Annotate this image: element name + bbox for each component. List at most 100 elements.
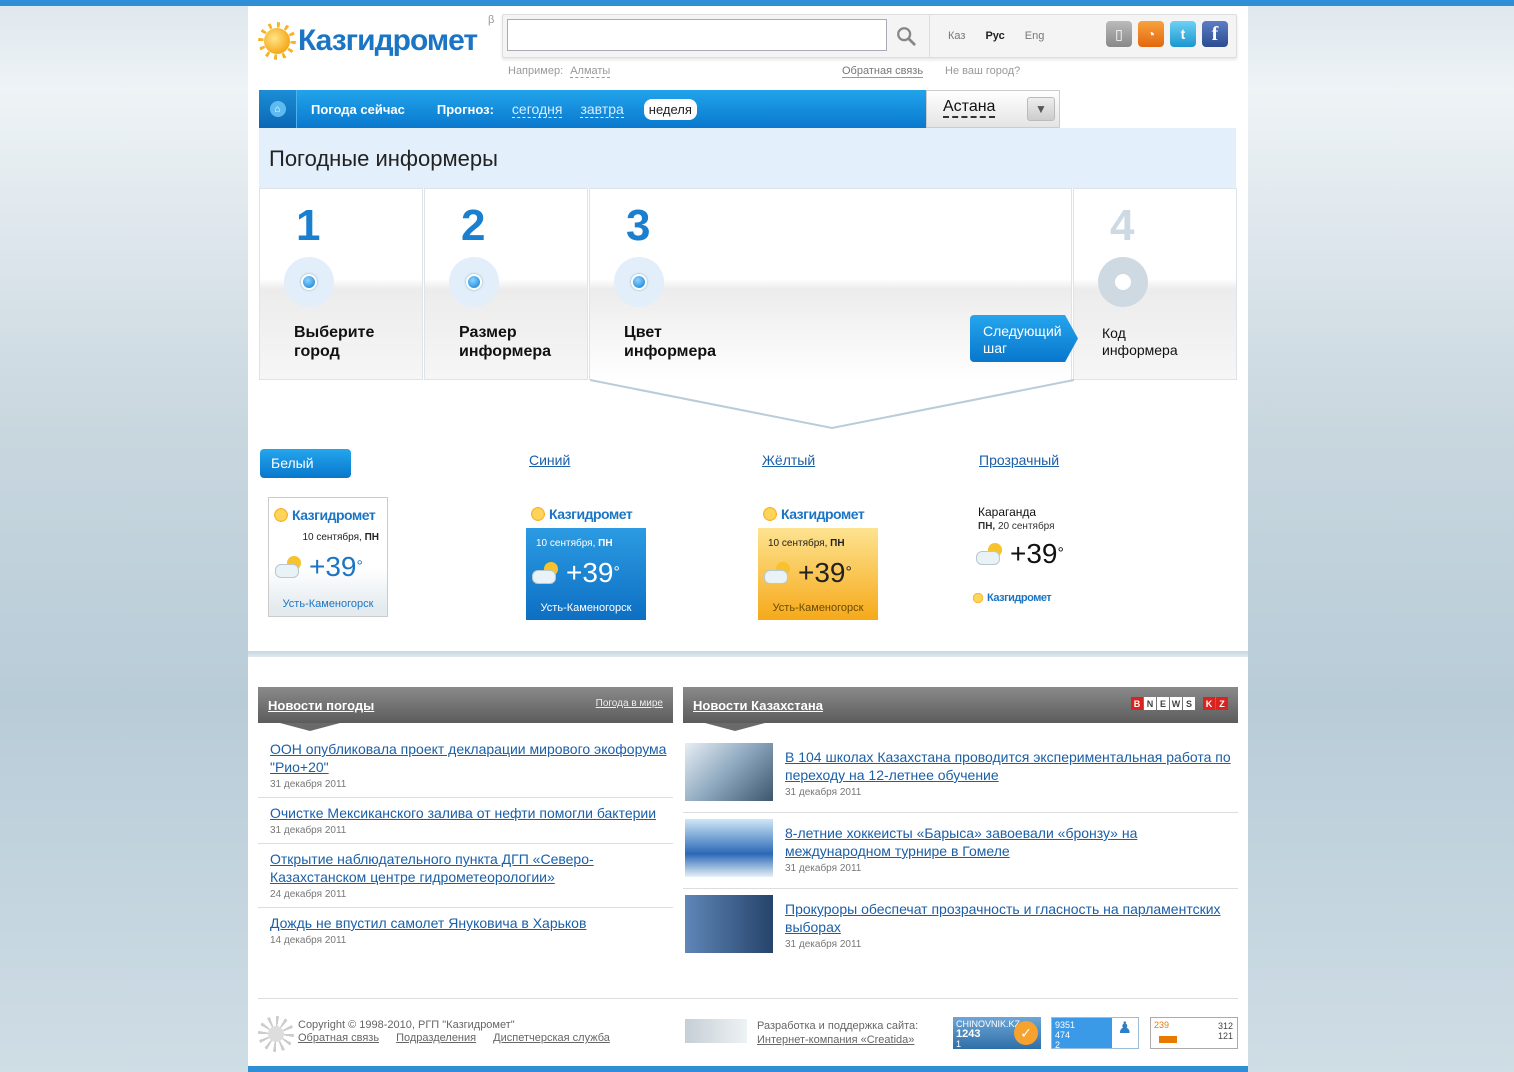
news-link[interactable]: Очистке Мексиканского залива от нефти по… xyxy=(270,805,656,821)
selected-city: Астана xyxy=(943,98,996,118)
informer-preview-blue[interactable]: Казгидромет 10 сентября, ПН +39 ° Усть-Ка… xyxy=(526,500,646,620)
color-tab-yellow[interactable]: Жёлтый xyxy=(762,452,815,468)
step-4[interactable]: 4 Код информера xyxy=(1073,188,1237,380)
developer-link[interactable]: Интернет-компания «Creatida» xyxy=(757,1034,914,1046)
informer-city: Усть-Каменогорск xyxy=(282,598,374,610)
informer-logo: Казгидромет xyxy=(758,500,878,528)
bnews-logo[interactable]: BNEWSKZ xyxy=(1131,697,1228,710)
step-number: 4 xyxy=(1110,201,1135,250)
news-thumbnail[interactable] xyxy=(685,743,773,801)
footer-links: Обратная связь Подразделения Диспетчерск… xyxy=(298,1032,624,1044)
search-example: Например: Алматы xyxy=(508,65,611,78)
news-date: 31 декабря 2011 xyxy=(785,939,862,950)
list-item: В 104 школах Казахстана проводится экспе… xyxy=(683,737,1238,813)
counter-stats[interactable]: 9351 474 2 ♟ xyxy=(1051,1017,1139,1050)
news-date: 14 декабря 2011 xyxy=(270,935,347,946)
page: Казгидромет β Каз Рус Eng ▯ ◔ t f Наприм… xyxy=(248,0,1248,1072)
news-link[interactable]: В 104 школах Казахстана проводится экспе… xyxy=(785,749,1231,783)
main-nav: ⌂ Погода сейчас Прогноз: сегодня завтра … xyxy=(259,90,926,128)
news-link[interactable]: Дождь не впустил самолет Януковича в Хар… xyxy=(270,915,586,931)
news-link[interactable]: Прокуроры обеспечат прозрачность и гласн… xyxy=(785,901,1221,935)
step-dot-icon xyxy=(614,257,664,307)
informer-city: Усть-Каменогорск xyxy=(772,602,864,614)
logo-text: Казгидромет xyxy=(298,24,478,57)
city-select[interactable]: Астана ▼ xyxy=(926,90,1060,128)
list-item: Очистке Мексиканского залива от нефти по… xyxy=(258,798,673,844)
news-link[interactable]: Открытие наблюдательного пункта ДГП «Сев… xyxy=(270,851,594,885)
footer-feedback-link[interactable]: Обратная связь xyxy=(298,1032,379,1044)
news-link[interactable]: 8-летние хоккеисты «Барыса» завоевали «б… xyxy=(785,825,1137,859)
footer-sun-icon xyxy=(258,1016,294,1052)
list-item: 8-летние хоккеисты «Барыса» завоевали «б… xyxy=(683,813,1238,889)
search-bar: Каз Рус Eng ▯ ◔ t f xyxy=(502,14,1237,58)
facebook-icon[interactable]: f xyxy=(1202,21,1228,47)
informer-temp: +39 ° xyxy=(275,551,387,583)
nav-week[interactable]: неделя xyxy=(643,98,697,120)
step-2[interactable]: 2 Размер информера xyxy=(424,188,588,380)
news-date: 31 декабря 2011 xyxy=(785,863,862,874)
partly-cloudy-icon xyxy=(275,556,305,578)
informer-preview-yellow[interactable]: Казгидромет 10 сентября, ПН +39 ° Усть-Ка… xyxy=(758,500,878,620)
informer-date: ПН, 20 сентября xyxy=(978,521,1055,532)
kz-news-header: Новости Казахстана BNEWSKZ xyxy=(683,687,1238,731)
home-icon: ⌂ xyxy=(269,101,286,117)
news-date: 31 декабря 2011 xyxy=(270,825,347,836)
news-link[interactable]: ООН опубликовала проект декларации миров… xyxy=(270,741,666,775)
next-step-button[interactable]: Следующий шаг xyxy=(970,315,1078,362)
weather-news-title[interactable]: Новости погоды xyxy=(268,698,374,713)
not-your-city[interactable]: Не ваш город? xyxy=(945,65,1020,77)
kz-news-title[interactable]: Новости Казахстана xyxy=(693,698,823,713)
page-title: Погодные информеры xyxy=(269,146,498,171)
color-tab-transparent[interactable]: Прозрачный xyxy=(979,452,1059,468)
footer-departments-link[interactable]: Подразделения xyxy=(396,1032,476,1044)
top-accent-bar xyxy=(248,0,1248,6)
counter-chinovnik[interactable]: CHINOVNIK.KZ 1243 1 ✓ xyxy=(953,1017,1041,1049)
step-1[interactable]: 1 Выберите город xyxy=(259,188,423,380)
bar-icon xyxy=(1159,1036,1177,1043)
lang-rus[interactable]: Рус xyxy=(985,30,1004,42)
chevron-down-icon[interactable]: ▼ xyxy=(1027,97,1055,121)
informer-temp: +39 ° xyxy=(532,557,646,589)
step-number: 1 xyxy=(296,201,321,250)
developer-label: Разработка и поддержка сайта: xyxy=(757,1020,919,1032)
counter-visits[interactable]: 239 312 121 xyxy=(1150,1017,1238,1049)
news-thumbnail[interactable] xyxy=(685,895,773,953)
footer-dispatch-link[interactable]: Диспетчерская служба xyxy=(493,1032,610,1044)
nav-tomorrow[interactable]: завтра xyxy=(580,101,624,118)
sun-icon xyxy=(273,507,289,523)
beta-mark: β xyxy=(488,14,495,26)
site-logo[interactable]: Казгидромет β xyxy=(258,14,494,60)
world-weather-link[interactable]: Погода в мире xyxy=(596,698,663,709)
color-tab-blue[interactable]: Синий xyxy=(529,452,570,468)
example-city-link[interactable]: Алматы xyxy=(570,65,611,78)
news-thumbnail[interactable] xyxy=(685,819,773,877)
news-date: 31 декабря 2011 xyxy=(785,787,862,798)
example-prefix: Например: xyxy=(508,65,564,77)
home-button[interactable]: ⌂ xyxy=(259,90,297,128)
search-button[interactable] xyxy=(889,19,923,51)
creatida-logo[interactable] xyxy=(685,1019,747,1043)
color-tab-white[interactable]: Белый xyxy=(260,449,351,478)
informer-preview-transparent[interactable]: Караганда ПН, 20 сентября +39 ° Казгидром… xyxy=(972,505,1112,610)
nav-today[interactable]: сегодня xyxy=(511,101,563,118)
informer-preview-white[interactable]: Казгидромет 10 сентября, ПН +39 ° Усть-Ка… xyxy=(268,497,388,617)
check-icon: ✓ xyxy=(1014,1021,1038,1045)
section-separator xyxy=(248,651,1248,657)
list-item: Дождь не впустил самолет Януковича в Хар… xyxy=(258,908,673,953)
mobile-icon[interactable]: ▯ xyxy=(1106,21,1132,47)
search-input[interactable] xyxy=(507,19,887,51)
twitter-icon[interactable]: t xyxy=(1170,21,1196,47)
step-label: Цвет информера xyxy=(624,324,717,360)
list-item: Прокуроры обеспечат прозрачность и гласн… xyxy=(683,889,1238,965)
copyright: Copyright © 1998-2010, РГП "Казгидромет" xyxy=(298,1019,515,1031)
step-dot-icon xyxy=(449,257,499,307)
nav-weather-now[interactable]: Погода сейчас xyxy=(311,102,405,117)
step-dot-icon xyxy=(284,257,334,307)
news-date: 24 декабря 2011 xyxy=(270,889,347,900)
rss-icon[interactable]: ◔ xyxy=(1138,21,1164,47)
lang-eng[interactable]: Eng xyxy=(1025,30,1045,42)
list-item: ООН опубликовала проект декларации миров… xyxy=(258,737,673,798)
lang-kaz[interactable]: Каз xyxy=(948,30,965,42)
informer-logo: Казгидромет xyxy=(526,500,646,528)
feedback-link[interactable]: Обратная связь xyxy=(842,65,924,78)
